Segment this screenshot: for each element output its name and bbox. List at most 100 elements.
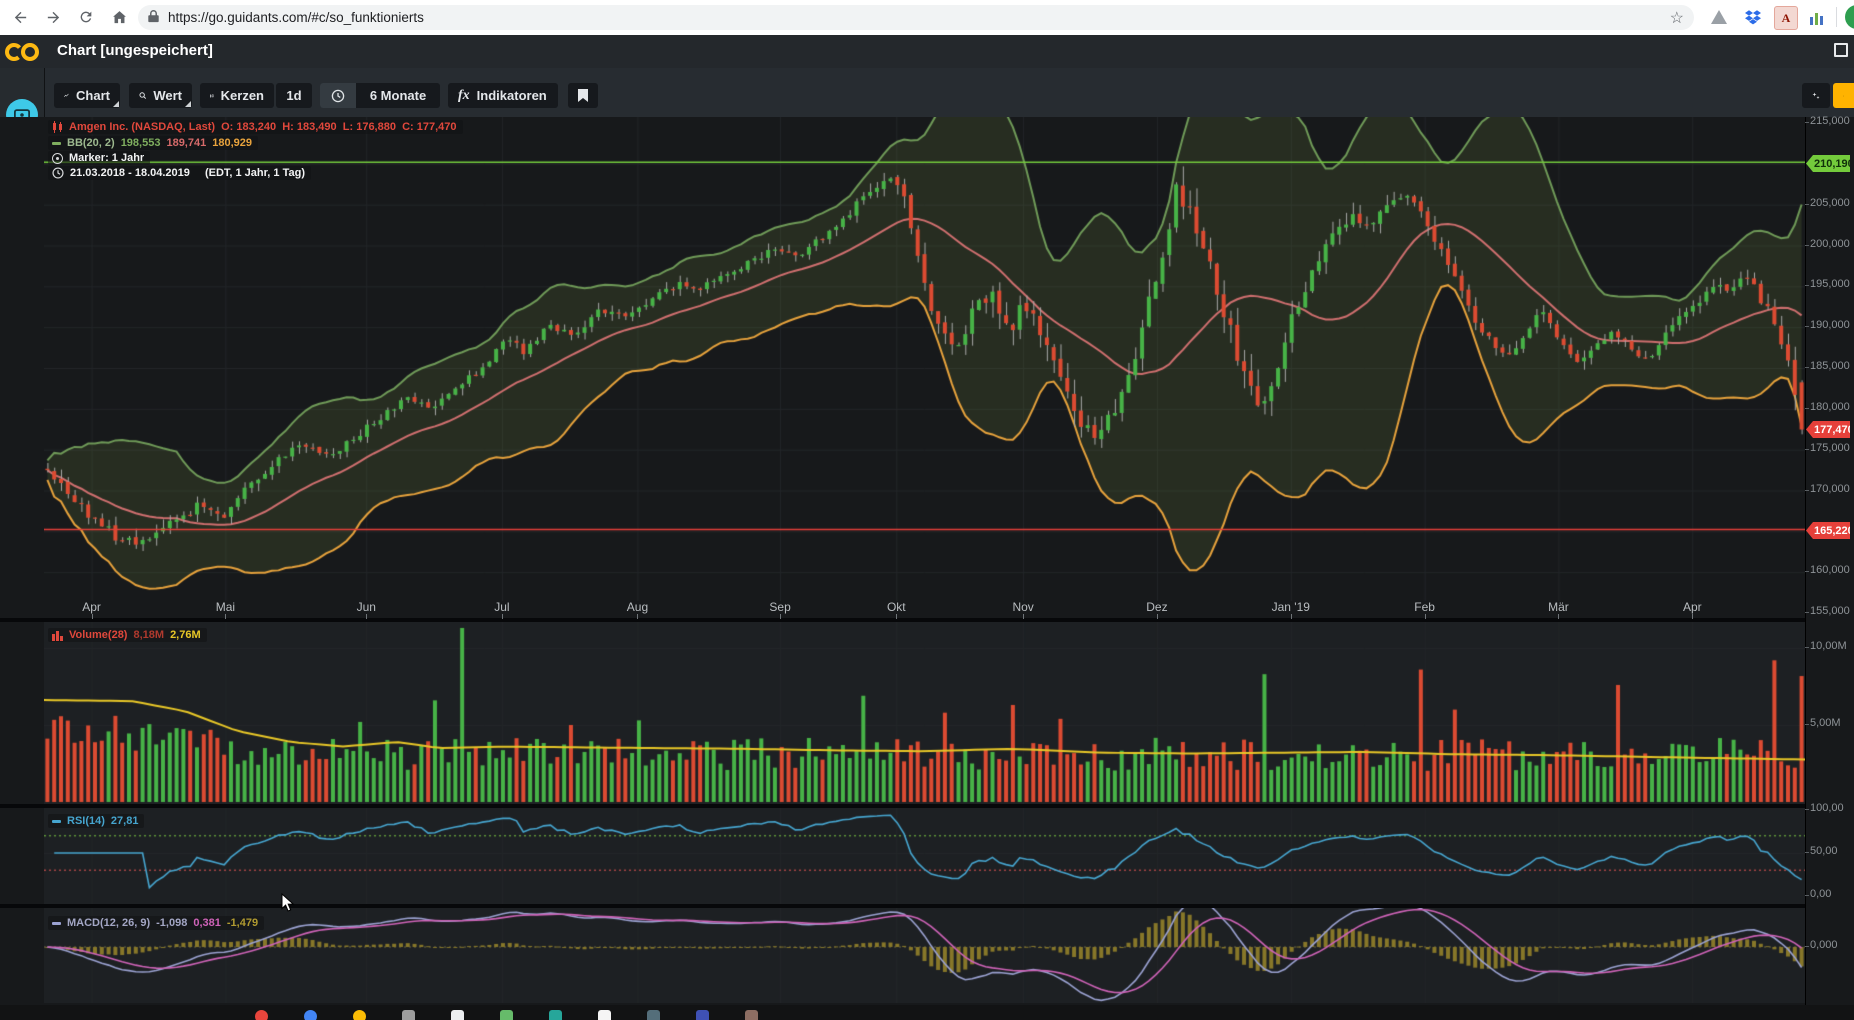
x-axis-month-label: Jun <box>357 600 376 614</box>
stats-icon[interactable] <box>1806 6 1828 28</box>
rsi-tick-label: 0,00 <box>1810 888 1831 900</box>
candle-style-button[interactable]: Kerzen <box>200 83 274 108</box>
rsi-legend[interactable]: RSI(14)27,81 <box>48 814 144 828</box>
url-text: https://go.guidants.com/#c/so_funktionie… <box>168 10 424 25</box>
clock-icon <box>320 83 356 108</box>
x-axis-tick <box>637 614 638 619</box>
page-title: Chart [ungespeichert] <box>57 42 213 59</box>
rsi-tick-label: 50,00 <box>1810 845 1838 857</box>
search-icon <box>139 89 146 102</box>
taskbar-app-icon[interactable] <box>647 1010 660 1020</box>
acrobat-icon[interactable]: A <box>1774 6 1798 30</box>
macd-legend-icon <box>52 922 61 925</box>
back-icon[interactable] <box>8 5 32 29</box>
interval-button[interactable]: 1d <box>276 83 312 108</box>
divider <box>1836 7 1837 27</box>
chart-type-button[interactable]: Chart <box>54 83 120 108</box>
fx-icon: fx <box>458 88 470 104</box>
star-icon[interactable]: ☆ <box>1670 8 1684 28</box>
instrument-legend[interactable]: Amgen Inc. (NASDAQ, Last)O: 183,240 H: 1… <box>48 120 463 134</box>
reload-icon[interactable] <box>74 5 98 29</box>
price-tick-label: 195,000 <box>1810 278 1850 290</box>
volume-legend[interactable]: Volume(28) 8,18M 2,76M <box>48 628 207 642</box>
x-axis-month-label: Mai <box>216 600 235 614</box>
x-axis-tick <box>366 614 367 619</box>
taskbar-app-icon[interactable] <box>598 1010 611 1020</box>
settings-button[interactable] <box>1833 83 1854 108</box>
period-button[interactable]: 6 Monate <box>320 83 440 108</box>
taskbar-app-icon[interactable] <box>696 1010 709 1020</box>
drive-icon[interactable] <box>1708 6 1730 28</box>
price-axis[interactable] <box>1805 117 1854 1005</box>
price-tick-label: 200,000 <box>1810 238 1850 250</box>
taskbar-app-icon[interactable] <box>745 1010 758 1020</box>
taskbar-app-icon[interactable] <box>402 1010 415 1020</box>
marker-legend[interactable]: Marker: 1 Jahr <box>48 151 150 165</box>
x-axis-month-label: Sep <box>769 600 790 614</box>
range-legend[interactable]: 21.03.2018 - 18.04.2019 (EDT, 1 Jahr, 1 … <box>48 166 311 180</box>
x-axis-tick <box>502 614 503 619</box>
bb-legend-icon <box>52 142 61 145</box>
bb-legend[interactable]: BB(20, 2) 198,553 189,741 180,929 <box>48 136 258 150</box>
x-axis-month-label: Okt <box>887 600 906 614</box>
guidants-logo[interactable] <box>0 35 44 68</box>
x-axis-tick <box>780 614 781 619</box>
dropbox-icon[interactable] <box>1742 6 1764 28</box>
pane-separator[interactable] <box>0 618 1854 622</box>
rsi-legend-icon <box>52 820 61 823</box>
candle-legend-icon <box>52 121 63 133</box>
last-price-badge: 177,470 <box>1806 421 1850 438</box>
macd-pane-canvas[interactable] <box>44 908 1805 1003</box>
browser-toolbar: https://go.guidants.com/#c/so_funktionie… <box>0 0 1854 36</box>
volume-tick-label: 10,00M <box>1810 640 1847 652</box>
taskbar-app-icon[interactable] <box>304 1010 317 1020</box>
price-tick-label: 180,000 <box>1810 401 1850 413</box>
price-pane-canvas[interactable] <box>44 117 1805 601</box>
price-tick-label: 185,000 <box>1810 360 1850 372</box>
pane-separator[interactable] <box>0 904 1854 908</box>
taskbar-app-icon[interactable] <box>353 1010 366 1020</box>
x-axis-month-label: Jan '19 <box>1272 600 1310 614</box>
x-axis-month-label: Apr <box>82 600 101 614</box>
taskbar-app-icon[interactable] <box>549 1010 562 1020</box>
bookmark-button[interactable] <box>568 83 598 108</box>
x-axis-tick <box>1558 614 1559 619</box>
os-taskbar <box>0 1005 1854 1020</box>
volume-legend-icon <box>52 630 63 641</box>
sparkle-icon <box>1812 89 1820 103</box>
x-axis-tick <box>1023 614 1024 619</box>
mouse-cursor <box>281 893 295 918</box>
url-bar[interactable]: https://go.guidants.com/#c/so_funktionie… <box>138 5 1694 30</box>
volume-pane-canvas[interactable] <box>44 622 1805 805</box>
x-axis-month-label: Feb <box>1414 600 1435 614</box>
x-axis-month-label: Dez <box>1146 600 1167 614</box>
price-tick-label: 160,000 <box>1810 564 1850 576</box>
price-tick-label: 155,000 <box>1810 605 1850 617</box>
taskbar-app-icon[interactable] <box>500 1010 513 1020</box>
price-tick-label: 215,000 <box>1810 115 1850 127</box>
gear-icon <box>1843 89 1844 103</box>
x-axis-month-label: Jul <box>494 600 509 614</box>
marker-lower-badge: 165,220 <box>1806 522 1850 539</box>
instrument-search-button[interactable]: Wert <box>129 83 192 108</box>
x-axis-tick <box>92 614 93 619</box>
pane-separator[interactable] <box>0 804 1854 808</box>
fullscreen-icon[interactable] <box>1834 43 1848 57</box>
x-axis-tick <box>896 614 897 619</box>
indicators-button[interactable]: fx Indikatoren <box>448 83 558 108</box>
rsi-pane-canvas[interactable] <box>44 808 1805 905</box>
taskbar-app-icon[interactable] <box>255 1010 268 1020</box>
forward-icon[interactable] <box>41 5 65 29</box>
x-axis-month-label: Mär <box>1548 600 1569 614</box>
avatar[interactable] <box>1845 5 1854 29</box>
magic-button[interactable] <box>1802 83 1830 108</box>
x-axis-tick <box>1692 614 1693 619</box>
marker-upper-badge: 210,190 <box>1806 155 1850 172</box>
marker-legend-icon <box>52 153 63 164</box>
macd-legend[interactable]: MACD(12, 26, 9) -1,098 0,381 -1,479 <box>48 916 264 930</box>
screen: https://go.guidants.com/#c/so_funktionie… <box>0 0 1854 1020</box>
x-axis-tick <box>225 614 226 619</box>
home-icon[interactable] <box>107 5 131 29</box>
taskbar-app-icon[interactable] <box>451 1010 464 1020</box>
x-axis-month-label: Aug <box>627 600 648 614</box>
